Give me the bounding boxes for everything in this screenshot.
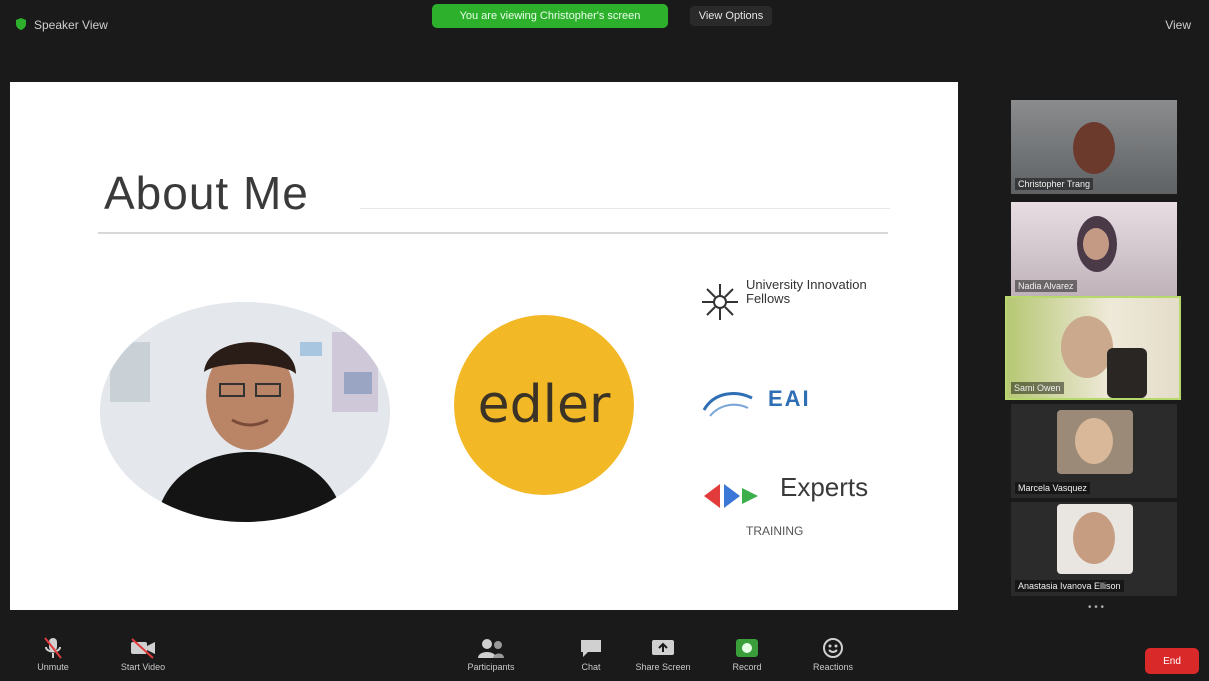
- uif-logo-text: University Innovation Fellows: [746, 277, 867, 306]
- edler-logo: edler: [454, 315, 634, 495]
- start-video-button[interactable]: Start Video: [108, 634, 178, 678]
- meeting-toolbar: Unmute Start Video Participants Chat Sha…: [0, 630, 1209, 681]
- view-button[interactable]: View: [1165, 18, 1191, 32]
- chat-bubble-icon: [581, 640, 601, 657]
- record-button[interactable]: Record: [712, 634, 782, 678]
- participant-tile[interactable]: Christopher Trang: [1011, 100, 1177, 194]
- experts-logo-subtext: TRAINING: [746, 524, 804, 538]
- edler-logo-text: edler: [477, 375, 611, 435]
- participant-name: Marcela Vasquez: [1015, 482, 1090, 494]
- microphone-muted-icon: [44, 637, 62, 659]
- end-meeting-button[interactable]: End: [1145, 648, 1199, 674]
- eai-logo-text: EAI: [768, 386, 811, 411]
- unmute-button[interactable]: Unmute: [18, 634, 88, 678]
- participant-tile[interactable]: Nadia Alvarez: [1011, 202, 1177, 296]
- screen-share-banner: You are viewing Christopher's screen: [432, 4, 668, 28]
- security-shield-icon[interactable]: [16, 18, 26, 30]
- reactions-button[interactable]: Reactions: [798, 634, 868, 678]
- experts-logo-text: Experts: [780, 472, 869, 502]
- participant-tile[interactable]: Anastasia Ivanova Ellison: [1011, 502, 1177, 596]
- view-options-button[interactable]: View Options: [690, 6, 772, 26]
- title-divider-upper: [360, 208, 890, 209]
- experts-arrows-icon: [704, 484, 758, 508]
- slide-title: About Me: [104, 167, 309, 219]
- reactions-icon: [823, 638, 843, 658]
- participant-name: Anastasia Ivanova Ellison: [1015, 580, 1124, 592]
- participants-icon: [478, 639, 504, 658]
- uif-star-icon: [702, 284, 738, 320]
- chat-button[interactable]: Chat: [556, 634, 626, 678]
- participant-tile-active-speaker[interactable]: Sami Owen: [1005, 296, 1181, 400]
- eai-swoosh-icon: [702, 392, 753, 417]
- participant-tile[interactable]: Marcela Vasquez: [1011, 404, 1177, 498]
- more-participants-icon[interactable]: • • •: [1088, 602, 1104, 613]
- presenter-photo: [100, 302, 390, 522]
- participant-name: Sami Owen: [1011, 382, 1064, 394]
- participant-name: Nadia Alvarez: [1015, 280, 1077, 292]
- share-screen-button[interactable]: Share Screen: [628, 634, 698, 678]
- participant-name: Christopher Trang: [1015, 178, 1094, 190]
- top-bar: Speaker View You are viewing Christopher…: [0, 0, 1209, 58]
- speaker-view-label[interactable]: Speaker View: [34, 18, 108, 32]
- record-icon: [736, 639, 758, 657]
- share-screen-icon: [652, 640, 674, 655]
- participants-button[interactable]: Participants: [456, 634, 526, 678]
- shared-slide: About Me edler University Innovation Fel…: [10, 82, 958, 610]
- video-camera-muted-icon: [131, 638, 155, 659]
- title-divider: [98, 232, 888, 234]
